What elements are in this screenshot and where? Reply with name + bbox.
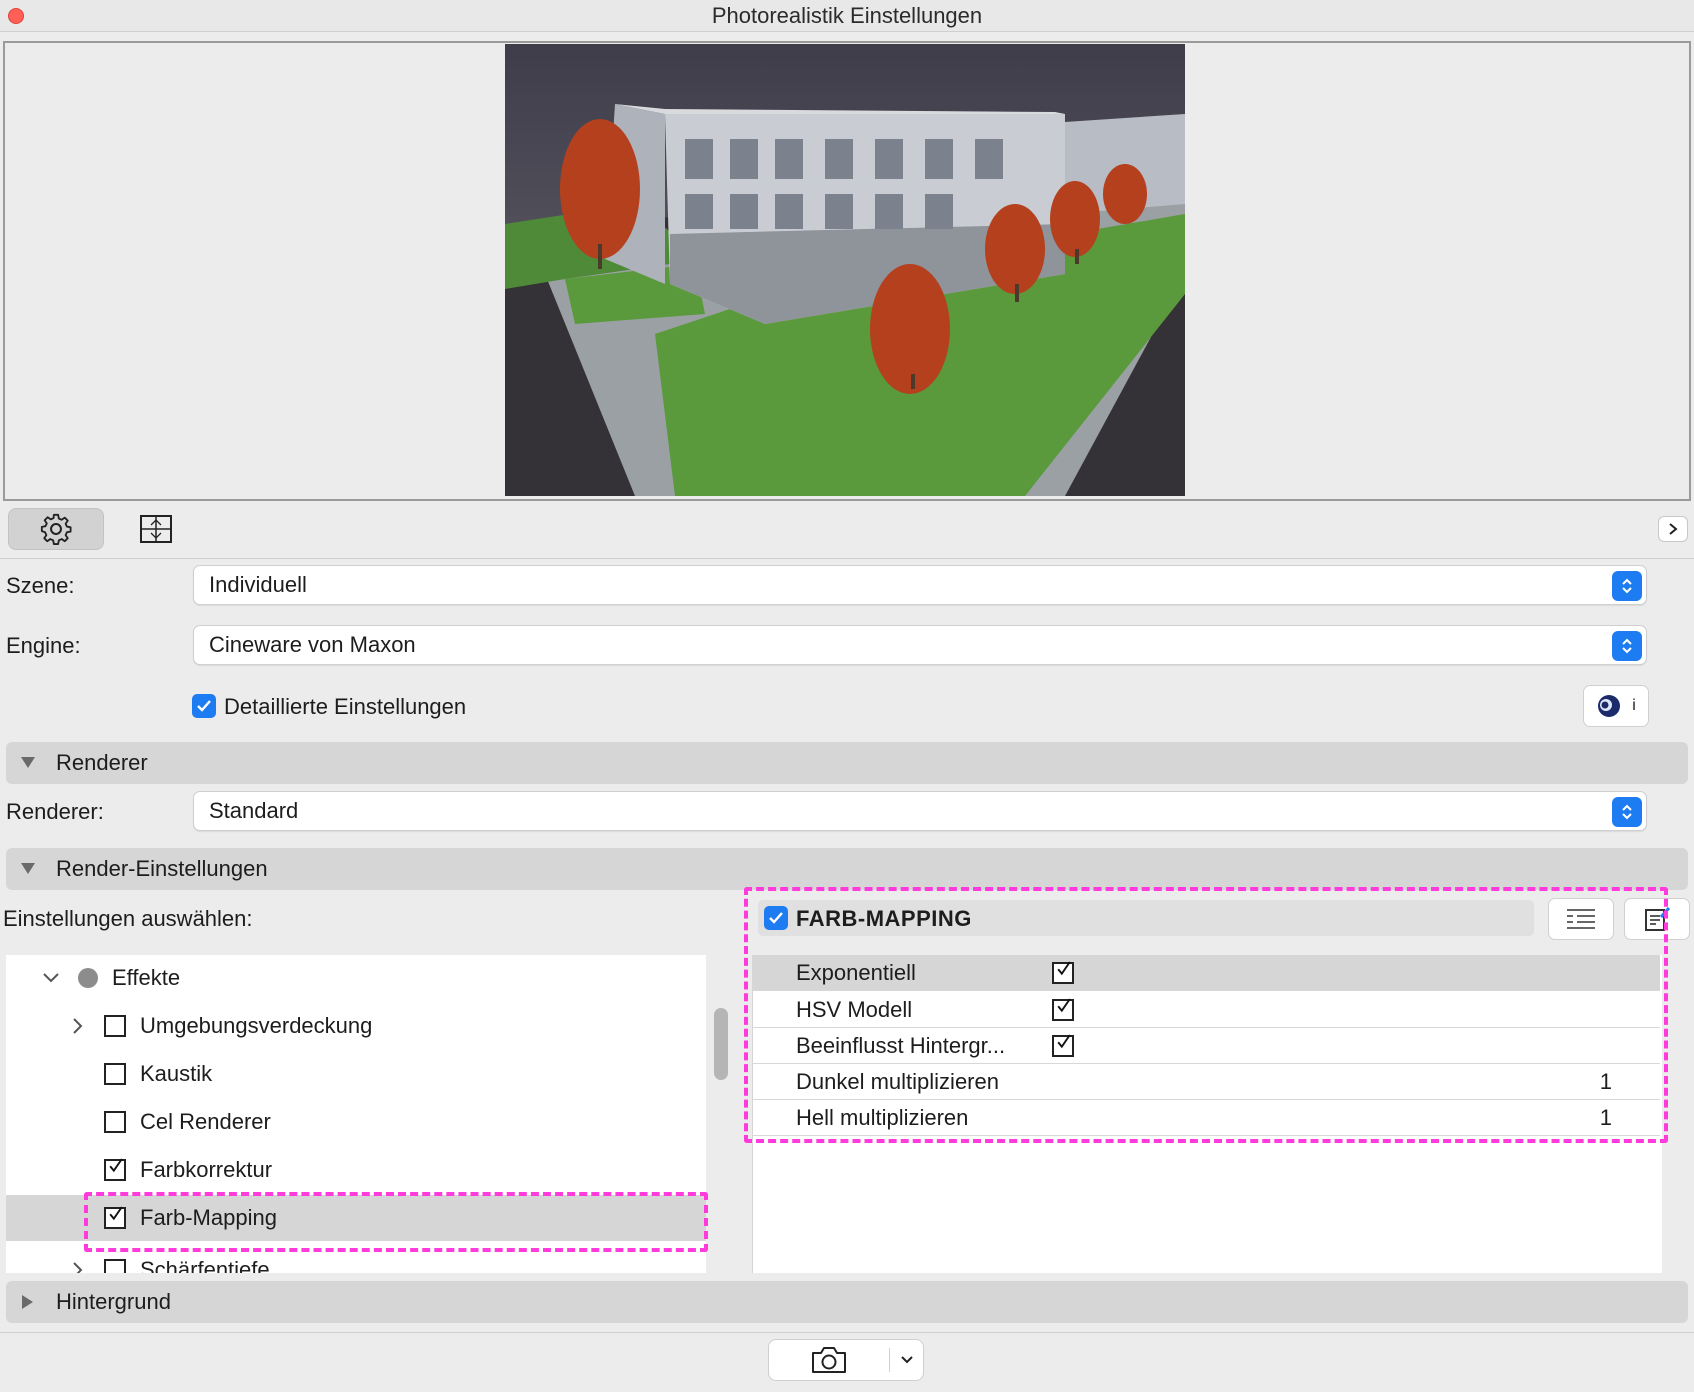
- engine-select[interactable]: Cineware von Maxon: [193, 625, 1647, 665]
- stepper-icon: [1612, 631, 1642, 661]
- tree-item-checkbox[interactable]: [104, 1063, 126, 1085]
- tree-item-label: Umgebungsverdeckung: [140, 1013, 373, 1038]
- tree-item-checkbox[interactable]: [104, 1158, 126, 1181]
- crop-frame-icon: [140, 515, 172, 543]
- stepper-icon: [1612, 571, 1642, 601]
- tree-scrollbar-track: [706, 955, 734, 1273]
- tree-item-checkbox[interactable]: [104, 1015, 126, 1037]
- renderer-select[interactable]: Standard: [193, 791, 1647, 831]
- detailed-settings-label: Detaillierte Einstellungen: [224, 694, 467, 719]
- chevron-down-icon: [901, 1356, 913, 1364]
- camera-icon: [812, 1347, 846, 1373]
- tree-group-effekte[interactable]: Effekte: [6, 955, 706, 1001]
- background-section-title: Hintergrund: [56, 1289, 171, 1314]
- gear-icon: [40, 513, 72, 545]
- info-label: i: [1632, 697, 1636, 714]
- expand-panel-button[interactable]: [1658, 516, 1688, 542]
- cinema4d-logo-icon: [1598, 695, 1621, 717]
- engine-select-value: Cineware von Maxon: [209, 632, 416, 657]
- triangle-down-icon: [21, 757, 35, 768]
- detailed-settings-checkbox[interactable]: [192, 694, 216, 718]
- cineware-info-button[interactable]: i: [1583, 685, 1649, 727]
- select-settings-label: Einstellungen auswählen:: [3, 906, 253, 931]
- tree-item-label: Farbkorrektur: [140, 1157, 273, 1182]
- window-title: Photorealistik Einstellungen: [711, 3, 983, 28]
- scene-label: Szene:: [6, 573, 75, 598]
- tree-item-checkbox[interactable]: [104, 1111, 126, 1133]
- tree-item-label: Kaustik: [140, 1061, 213, 1086]
- renderer-select-value: Standard: [209, 798, 299, 823]
- checkmark-icon: [109, 1158, 123, 1173]
- renderer-label: Renderer:: [6, 799, 104, 824]
- triangle-down-icon: [21, 863, 35, 874]
- render-button-group: [768, 1339, 924, 1381]
- engine-label: Engine:: [6, 633, 81, 658]
- tree-item-cel-renderer[interactable]: Cel Renderer: [6, 1099, 706, 1145]
- tree-item-kaustik[interactable]: Kaustik: [6, 1051, 706, 1097]
- chevron-down-icon: [43, 973, 59, 983]
- settings-tab-button[interactable]: [8, 508, 104, 550]
- triangle-right-icon: [22, 1295, 33, 1309]
- scene-select-value: Individuell: [209, 572, 307, 597]
- render-preview-image: [505, 44, 1185, 496]
- group-dot-icon: [78, 968, 98, 988]
- render-options-dropdown[interactable]: [890, 1340, 924, 1380]
- checkmark-icon: [197, 700, 211, 712]
- render-button[interactable]: [769, 1340, 889, 1380]
- tree-item-umgebungsverdeckung[interactable]: Umgebungsverdeckung: [6, 1003, 706, 1049]
- renderer-section-header[interactable]: Renderer: [6, 742, 1688, 784]
- tree-item-checkbox[interactable]: [104, 1259, 126, 1273]
- render-settings-section-title: Render-Einstellungen: [56, 856, 268, 881]
- bottom-divider: [0, 1332, 1694, 1333]
- tree-item-farbkorrektur[interactable]: Farbkorrektur: [6, 1147, 706, 1193]
- chevron-right-icon: [1669, 523, 1678, 535]
- scene-select[interactable]: Individuell: [193, 565, 1647, 605]
- tree-item-label: Cel Renderer: [140, 1109, 271, 1134]
- chevron-right-icon: [73, 1018, 83, 1034]
- chevron-right-icon: [73, 1262, 83, 1273]
- stepper-icon: [1612, 797, 1642, 827]
- annotation-highlight-properties: [744, 887, 1668, 1143]
- tree-group-label: Effekte: [112, 965, 181, 990]
- tree-scrollbar-thumb[interactable]: [714, 1008, 728, 1080]
- size-tab-button[interactable]: [128, 508, 184, 550]
- render-settings-section-header[interactable]: Render-Einstellungen: [6, 848, 1688, 890]
- annotation-highlight-tree: [84, 1192, 708, 1252]
- renderer-section-title: Renderer: [56, 750, 148, 775]
- toolbar-divider: [0, 558, 1694, 559]
- background-section-header[interactable]: Hintergrund: [6, 1281, 1688, 1323]
